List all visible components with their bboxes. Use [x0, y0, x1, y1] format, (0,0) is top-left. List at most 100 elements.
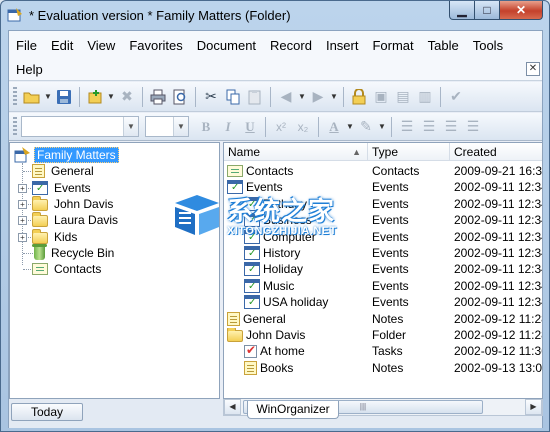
table-row[interactable]: Computer Events 2002-09-11 12:34: — [224, 229, 542, 245]
tree-item[interactable]: Contacts — [32, 261, 103, 277]
cell-type: Events — [372, 180, 409, 195]
format-toolbar: ▼ ▼ B I U x² x₂ A ▼ ✎ ▼ ☰ ☰ ☰ ☰ — [9, 113, 542, 141]
tree-item[interactable]: Kids — [32, 228, 79, 245]
tree-item[interactable]: Events — [32, 180, 93, 196]
column-header-type[interactable]: Type — [368, 143, 450, 161]
font-size-select[interactable]: ▼ — [145, 116, 189, 137]
cell-name-text: Computer — [263, 229, 316, 244]
highlight-button[interactable]: ✎ — [355, 116, 377, 138]
menu-edit[interactable]: Edit — [44, 38, 80, 53]
tab-winorganizer[interactable]: WinOrganizer — [247, 401, 339, 419]
table-row[interactable]: At home Tasks 2002-09-12 11:36: — [224, 343, 542, 359]
italic-button[interactable]: I — [217, 116, 239, 138]
table-row[interactable]: History Events 2002-09-11 12:34: — [224, 245, 542, 261]
close-button[interactable]: ✕ — [500, 1, 543, 20]
back-icon[interactable]: ◀ — [275, 86, 297, 108]
lock-icon[interactable] — [348, 86, 370, 108]
folder-tree[interactable]: Family MattersGeneral + Events + John Davis +… — [9, 142, 220, 399]
maximize-button[interactable]: □ — [475, 1, 500, 20]
open-icon[interactable] — [21, 86, 43, 108]
table-row[interactable]: Holiday Events 2002-09-11 12:34: — [224, 261, 542, 277]
menu-view[interactable]: View — [80, 38, 122, 53]
minimize-button[interactable]: ▁ — [449, 1, 475, 20]
underline-button[interactable]: U — [239, 116, 261, 138]
font-color-button[interactable]: A — [323, 116, 345, 138]
subscript-button[interactable]: x₂ — [292, 116, 314, 138]
table-row[interactable]: Contacts Contacts 2009-09-21 16:37: — [224, 163, 542, 179]
dropdown-arrow-icon[interactable]: ▼ — [329, 86, 339, 108]
tree-item[interactable]: Family Matters — [14, 147, 119, 163]
print-preview-icon[interactable] — [169, 86, 191, 108]
toolbar-grip[interactable] — [13, 86, 17, 107]
tree-item[interactable]: Recycle Bin — [32, 243, 116, 261]
check-icon[interactable]: ✔ — [445, 86, 467, 108]
dropdown-arrow-icon[interactable]: ▼ — [297, 86, 307, 108]
delete-icon[interactable]: ✖ — [116, 86, 138, 108]
dropdown-arrow-icon[interactable]: ▼ — [106, 86, 116, 108]
dropdown-arrow-icon[interactable]: ▼ — [377, 116, 387, 138]
tree-item-label: Laura Davis — [54, 213, 119, 228]
table-row[interactable]: John Davis Folder 2002-09-12 11:28: — [224, 327, 543, 343]
tree-item[interactable]: John Davis — [32, 195, 115, 212]
tree-item[interactable]: Laura Davis — [32, 212, 120, 228]
align-left-icon[interactable]: ☰ — [396, 116, 418, 138]
cell-name: Computer — [224, 229, 368, 244]
task-icon — [244, 344, 257, 358]
superscript-button[interactable]: x² — [270, 116, 292, 138]
print-icon[interactable] — [147, 86, 169, 108]
toolbar-grip[interactable] — [13, 116, 17, 137]
document-close-button[interactable]: ✕ — [526, 62, 540, 76]
scroll-right-button[interactable]: ▶ — [525, 399, 542, 415]
scroll-left-button[interactable]: ◀ — [224, 399, 241, 415]
font-name-select[interactable]: ▼ — [21, 116, 139, 137]
menu-record[interactable]: Record — [263, 38, 319, 53]
chevron-down-icon[interactable]: ▼ — [173, 117, 188, 136]
today-button[interactable]: Today — [11, 403, 83, 421]
menu-format[interactable]: Format — [365, 38, 420, 53]
menu-row: File Edit View Favorites Document Record Inser… — [9, 35, 510, 55]
table-row[interactable]: Events Events 2002-09-11 12:34: — [224, 179, 542, 195]
cut-icon[interactable]: ✂ — [200, 86, 222, 108]
menu-favorites[interactable]: Favorites — [122, 38, 189, 53]
menu-tools[interactable]: Tools — [466, 38, 510, 53]
cell-name-text: At home — [260, 344, 305, 359]
paste-icon[interactable] — [244, 86, 266, 108]
save-icon[interactable] — [53, 86, 75, 108]
align-justify-icon[interactable]: ☰ — [462, 116, 484, 138]
cell-created: 2002-09-12 11:28: — [454, 328, 543, 342]
expand-icon[interactable]: + — [18, 183, 27, 193]
bold-button[interactable]: B — [195, 116, 217, 138]
calendar-icon — [244, 262, 260, 277]
table-row[interactable]: Birthday Events 2002-09-11 12:34: — [224, 196, 542, 212]
table-row[interactable]: Books Notes 2002-09-13 13:05: — [224, 360, 542, 376]
tree-item[interactable]: General — [32, 163, 96, 179]
remove-icon[interactable]: ▥ — [414, 86, 436, 108]
menu-insert[interactable]: Insert — [319, 38, 366, 53]
add-child-icon[interactable]: ▣ — [370, 86, 392, 108]
table-row[interactable]: General Notes 2002-09-12 11:28: — [224, 311, 542, 327]
cell-created: 2002-09-11 12:34: — [454, 295, 543, 310]
record-list[interactable]: Name ▲ Type Created Contacts Contacts 2009… — [223, 142, 543, 399]
table-row[interactable]: Business Events 2002-09-11 12:34: — [224, 212, 542, 228]
menu-file[interactable]: File — [9, 38, 44, 53]
column-header-created[interactable]: Created — [450, 143, 542, 161]
menu-document[interactable]: Document — [190, 38, 263, 53]
copy-icon[interactable] — [222, 86, 244, 108]
align-center-icon[interactable]: ☰ — [418, 116, 440, 138]
column-header-name[interactable]: Name ▲ — [224, 143, 368, 161]
table-row[interactable]: USA holiday Events 2002-09-11 12:34: — [224, 294, 543, 310]
align-right-icon[interactable]: ☰ — [440, 116, 462, 138]
forward-icon[interactable]: ▶ — [307, 86, 329, 108]
expand-icon[interactable]: + — [18, 216, 27, 226]
table-row[interactable]: Music Events 2002-09-11 12:34: — [224, 278, 542, 294]
edit-icon[interactable]: ▤ — [392, 86, 414, 108]
dropdown-arrow-icon[interactable]: ▼ — [345, 116, 355, 138]
title-bar[interactable]: * Evaluation version * Family Matters (F… — [1, 1, 549, 29]
dropdown-arrow-icon[interactable]: ▼ — [43, 86, 53, 108]
menu-help[interactable]: Help — [9, 62, 50, 77]
new-record-icon[interactable] — [84, 86, 106, 108]
expand-icon[interactable]: + — [18, 199, 27, 209]
menu-table[interactable]: Table — [421, 38, 466, 53]
chevron-down-icon[interactable]: ▼ — [123, 117, 138, 136]
expand-icon[interactable]: + — [18, 232, 27, 242]
